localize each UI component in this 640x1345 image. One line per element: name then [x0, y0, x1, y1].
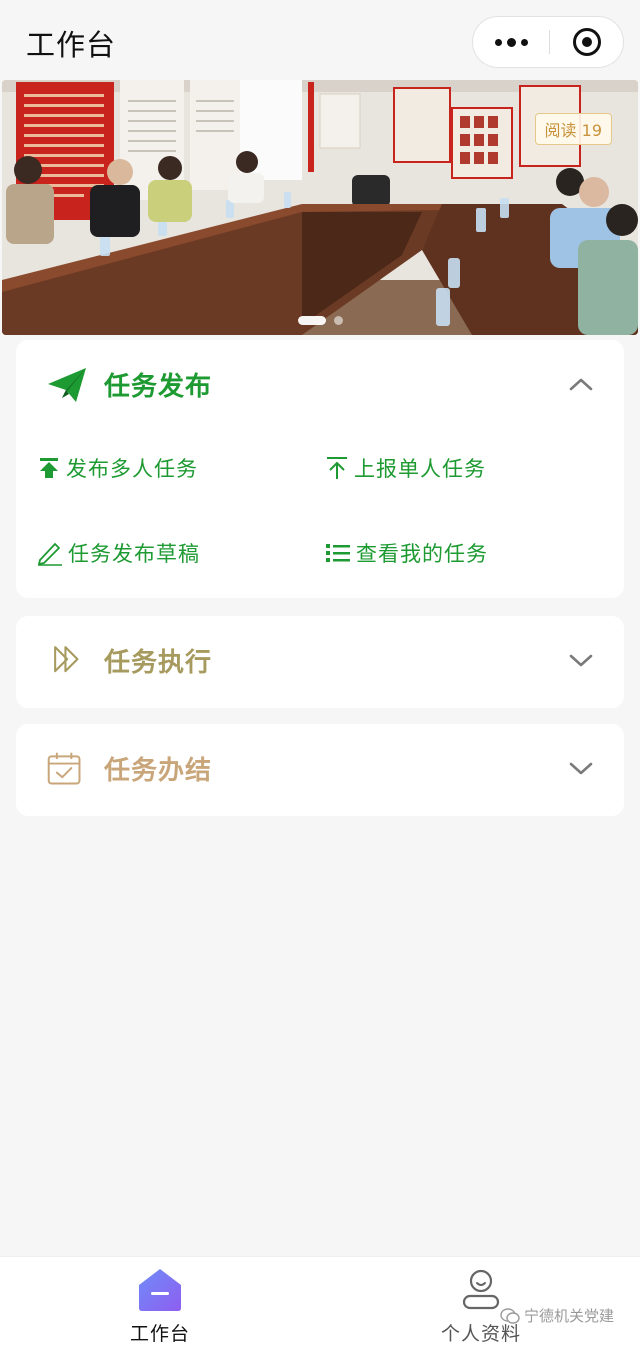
upload-arrow-icon — [40, 458, 58, 478]
more-dots-icon[interactable] — [473, 17, 549, 67]
fast-forward-icon — [54, 646, 79, 673]
section-task-complete: 任务办结 — [16, 724, 624, 816]
action-task-drafts[interactable]: 任务发布草稿 — [36, 535, 200, 571]
miniprogram-capsule — [472, 16, 624, 68]
up-arrow-icon — [327, 457, 347, 479]
action-publish-multi-task[interactable]: 发布多人任务 — [36, 450, 198, 486]
banner-carousel[interactable]: 阅读 19 — [2, 80, 638, 335]
close-miniprogram-icon[interactable] — [549, 17, 625, 67]
action-label: 发布多人任务 — [66, 457, 198, 481]
chevron-up-icon[interactable] — [568, 374, 594, 394]
carousel-dot-active[interactable] — [298, 316, 326, 325]
top-nav-bar: 工作台 — [0, 0, 640, 80]
watermark-text: 宁德机关党建 — [524, 1307, 615, 1325]
wechat-logo-icon — [500, 1307, 520, 1324]
section-title: 任务发布 — [104, 372, 213, 402]
read-count-badge: 阅读 19 — [534, 113, 612, 145]
action-report-single-task[interactable]: 上报单人任务 — [324, 450, 486, 486]
home-icon — [139, 1269, 181, 1311]
chevron-down-icon[interactable] — [568, 650, 594, 670]
list-icon — [326, 544, 350, 562]
action-label: 上报单人任务 — [354, 457, 486, 481]
pencil-icon — [38, 543, 62, 566]
section-title: 任务执行 — [104, 648, 213, 678]
section-task-publish: 任务发布 发布多人任务 上报单人任务 任务发布草稿 查看我的任务 — [16, 340, 624, 598]
tab-workbench[interactable]: 工作台 — [100, 1265, 220, 1345]
section-header-complete[interactable]: 任务办结 — [16, 724, 624, 814]
section-title: 任务办结 — [104, 756, 213, 786]
action-label: 查看我的任务 — [356, 542, 488, 566]
page-title: 工作台 — [26, 28, 117, 62]
section-header-execute[interactable]: 任务执行 — [16, 616, 624, 706]
bottom-tab-bar: 工作台 个人资料 — [0, 1256, 640, 1345]
calendar-check-icon — [47, 752, 81, 785]
watermark: 宁德机关党建 — [500, 1305, 614, 1326]
section-task-execute: 任务执行 — [16, 616, 624, 708]
tab-label: 工作台 — [129, 1323, 190, 1345]
paper-plane-icon — [48, 368, 86, 402]
chevron-down-icon[interactable] — [568, 758, 594, 778]
carousel-dot[interactable] — [334, 316, 343, 325]
section-header-publish[interactable]: 任务发布 — [16, 340, 624, 430]
action-label: 任务发布草稿 — [68, 542, 200, 566]
user-icon — [462, 1269, 500, 1310]
action-view-my-tasks[interactable]: 查看我的任务 — [324, 535, 488, 571]
carousel-indicator — [298, 316, 343, 325]
